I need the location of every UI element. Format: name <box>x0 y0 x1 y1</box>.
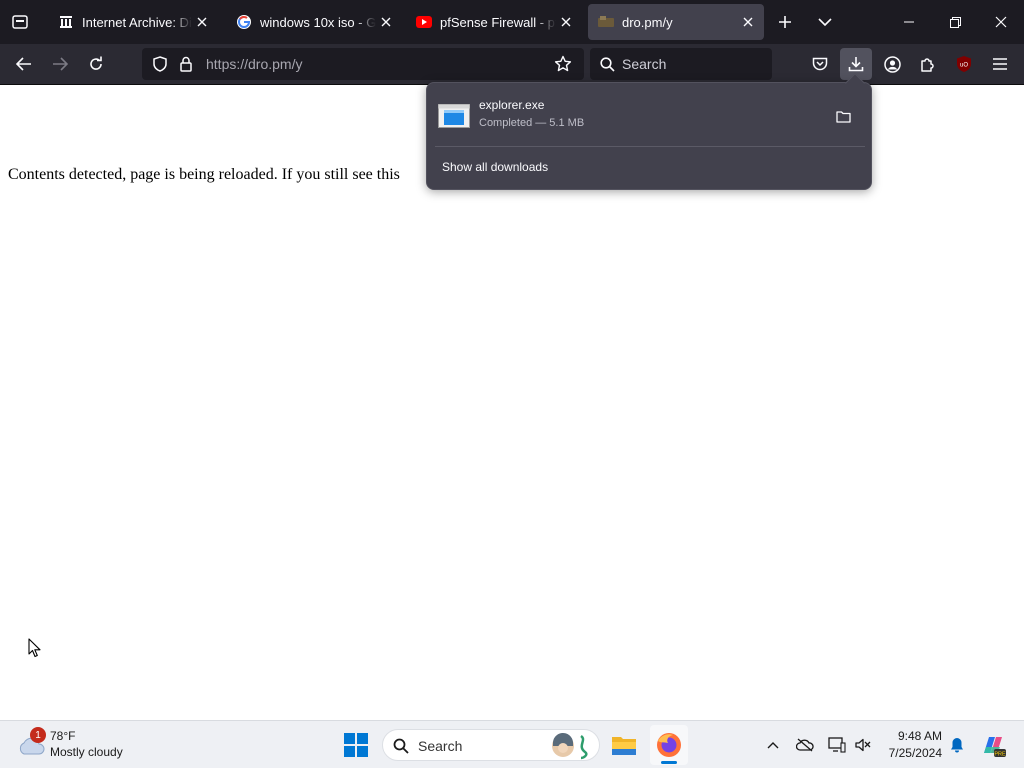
new-tab-button[interactable] <box>770 8 800 36</box>
ublock-origin-icon: uO <box>957 56 971 72</box>
close-icon <box>995 16 1007 28</box>
tab-title: dro.pm/y <box>622 14 673 30</box>
forward-button[interactable] <box>44 48 76 80</box>
chevron-down-icon <box>818 18 832 27</box>
copilot-icon[interactable]: PRE <box>978 729 1008 761</box>
minimize-icon <box>904 21 914 23</box>
firefox-view-button[interactable] <box>4 6 36 38</box>
taskbar-search[interactable]: Search <box>382 729 600 761</box>
close-window-button[interactable] <box>978 0 1024 44</box>
volume-muted-icon[interactable] <box>850 733 876 757</box>
download-status: Completed — 5.1 MB <box>479 117 585 129</box>
forward-arrow-icon <box>53 57 68 71</box>
pocket-button[interactable] <box>804 48 836 80</box>
weather-notification-badge: 1 <box>30 727 46 743</box>
tab-pfsense[interactable]: pfSense Firewall - pfSense <box>406 4 582 40</box>
tracking-protection-shield-icon[interactable] <box>150 54 170 74</box>
bookmark-star-icon[interactable] <box>552 54 574 74</box>
download-filename: explorer.exe <box>479 98 545 112</box>
tab-internet-archive[interactable]: Internet Archive: Digital Library of Fre… <box>48 4 218 40</box>
url-text[interactable]: https://dro.pm/y <box>206 56 302 72</box>
tab-title: windows 10x iso - Google Search <box>260 14 376 30</box>
back-arrow-icon <box>16 57 31 71</box>
google-icon <box>236 14 252 30</box>
show-hidden-icons-chevron-icon[interactable] <box>762 733 784 757</box>
search-highlight-icon <box>549 732 593 760</box>
close-tab-icon[interactable] <box>556 12 576 32</box>
network-display-icon[interactable] <box>824 733 850 757</box>
account-icon <box>883 55 901 73</box>
plus-icon <box>779 16 791 28</box>
tab-google-search[interactable]: windows 10x iso - Google Search <box>226 4 402 40</box>
restore-icon <box>949 16 961 28</box>
reload-button[interactable] <box>80 48 112 80</box>
windows-logo-icon <box>344 733 368 757</box>
reload-icon <box>90 56 102 70</box>
search-placeholder: Search <box>622 56 667 72</box>
internet-archive-icon <box>58 14 74 30</box>
close-tab-icon[interactable] <box>738 12 758 32</box>
extensions-button[interactable] <box>912 48 944 80</box>
search-bar[interactable]: Search <box>590 48 772 80</box>
weather-description: Mostly cloudy <box>50 745 123 759</box>
svg-text:PRE: PRE <box>994 752 1006 758</box>
weather-temperature: 78°F <box>50 729 76 743</box>
clock-time[interactable]: 9:48 AM <box>880 729 942 743</box>
show-in-folder-icon[interactable] <box>831 105 855 127</box>
restore-button[interactable] <box>932 0 978 44</box>
tab-title: Internet Archive: Digital Library of Fre… <box>82 14 192 30</box>
mouse-cursor-icon <box>27 637 43 659</box>
exe-file-icon <box>438 104 470 128</box>
address-bar[interactable]: https://dro.pm/y <box>142 48 584 80</box>
reload-message: Contents detected, page is being reloade… <box>8 166 400 183</box>
start-button[interactable] <box>340 729 372 761</box>
taskbar-search-label: Search <box>418 738 463 754</box>
svg-text:uO: uO <box>960 63 968 69</box>
close-tab-icon[interactable] <box>376 12 396 32</box>
tab-dro-pm[interactable]: dro.pm/y <box>588 4 764 40</box>
download-icon <box>848 57 864 72</box>
pocket-icon <box>812 57 828 70</box>
site-icon <box>598 14 614 30</box>
clock-date[interactable]: 7/25/2024 <box>880 746 942 760</box>
lock-icon[interactable] <box>176 54 196 74</box>
youtube-icon <box>416 14 432 30</box>
app-menu-button[interactable] <box>984 48 1016 80</box>
weather-widget[interactable]: 1 78°F Mostly cloudy <box>14 723 144 767</box>
navigation-toolbar: https://dro.pm/y Search uO <box>0 44 1024 85</box>
search-icon <box>392 737 410 755</box>
download-item[interactable]: explorer.exe Completed — 5.1 MB <box>433 91 865 139</box>
account-button[interactable] <box>876 48 908 80</box>
tab-title: pfSense Firewall - pfSense <box>440 14 556 30</box>
ublock-origin-button[interactable]: uO <box>948 48 980 80</box>
notification-bell-icon[interactable] <box>946 733 968 757</box>
minimize-button[interactable] <box>886 0 932 44</box>
file-explorer-taskbar-icon[interactable] <box>606 727 642 763</box>
onedrive-offline-icon[interactable] <box>792 733 818 757</box>
windows-taskbar: 1 78°F Mostly cloudy Search 9:48 AM 7/25… <box>0 720 1024 768</box>
search-icon <box>598 55 616 73</box>
browser-titlebar: Internet Archive: Digital Library of Fre… <box>0 0 1024 44</box>
firefox-taskbar-icon[interactable] <box>650 725 688 765</box>
panel-divider <box>435 146 865 147</box>
back-button[interactable] <box>8 48 40 80</box>
hamburger-menu-icon <box>993 58 1007 70</box>
close-tab-icon[interactable] <box>192 12 212 32</box>
show-all-downloads-link[interactable]: Show all downloads <box>442 160 548 174</box>
active-app-indicator <box>661 761 677 764</box>
list-all-tabs-button[interactable] <box>810 8 840 36</box>
firefox-view-icon <box>12 15 28 29</box>
downloads-panel: explorer.exe Completed — 5.1 MB Show all… <box>426 73 872 190</box>
puzzle-piece-icon <box>921 58 934 72</box>
